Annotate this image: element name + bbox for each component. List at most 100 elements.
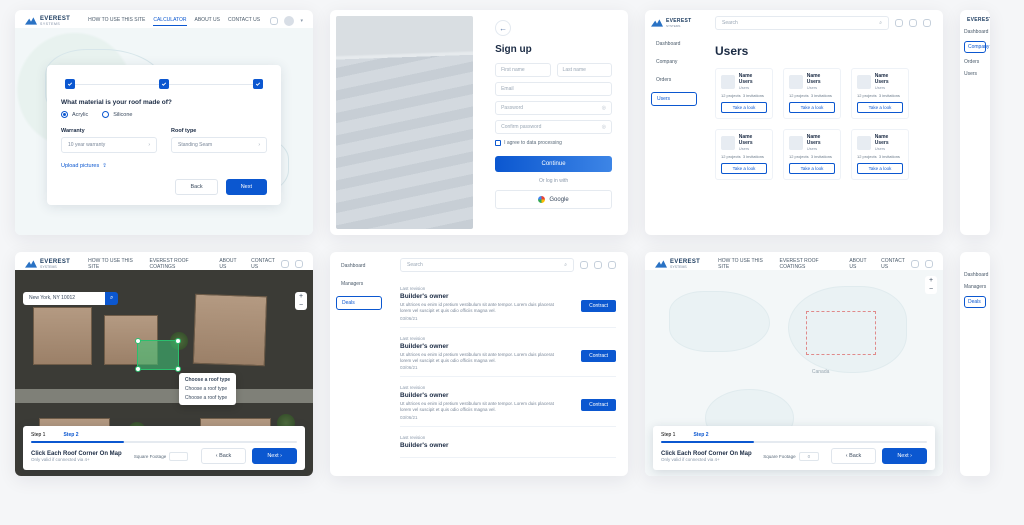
- first-name-input[interactable]: First name: [495, 63, 550, 77]
- last-name-input[interactable]: Last name: [557, 63, 612, 77]
- nav-calculator[interactable]: CALCULATOR: [153, 17, 186, 26]
- brand-logo[interactable]: EVEREST: [964, 16, 986, 23]
- bell-icon[interactable]: [270, 17, 278, 25]
- bell-icon[interactable]: [909, 19, 917, 27]
- search-input[interactable]: Search⌕: [715, 16, 889, 30]
- nav-contact[interactable]: CONTACT US: [881, 258, 911, 270]
- warranty-select[interactable]: 10 year warranty›: [61, 137, 157, 153]
- back-button[interactable]: ‹ Back: [831, 448, 877, 464]
- polygon-point[interactable]: [135, 366, 141, 372]
- nav-contact[interactable]: CONTACT US: [228, 17, 260, 26]
- next-button[interactable]: Next: [226, 179, 267, 195]
- nav-about[interactable]: ABOUT US: [219, 258, 243, 270]
- sqft-input[interactable]: 0: [799, 452, 820, 461]
- next-button[interactable]: Next ›: [882, 448, 927, 464]
- zoom-out-button[interactable]: −: [299, 301, 303, 310]
- nav-contact[interactable]: CONTACT US: [251, 258, 281, 270]
- gear-icon[interactable]: [580, 261, 588, 269]
- take-look-button[interactable]: Take a look: [789, 163, 835, 174]
- bell-icon[interactable]: [281, 260, 289, 268]
- chevron-down-icon[interactable]: ▾: [300, 18, 303, 24]
- mountain-icon: [655, 260, 667, 268]
- zoom-in-button[interactable]: +: [929, 276, 933, 285]
- radio-silicone[interactable]: Silicone: [102, 111, 132, 118]
- user-icon[interactable]: [923, 19, 931, 27]
- polygon-point[interactable]: [175, 366, 181, 372]
- sidebar-item-dashboard[interactable]: Dashboard: [964, 272, 986, 278]
- sidebar-item-dashboard[interactable]: Dashboard: [964, 29, 986, 35]
- contract-button[interactable]: Contract: [581, 350, 616, 362]
- take-look-button[interactable]: Take a look: [857, 163, 903, 174]
- gear-icon[interactable]: [895, 19, 903, 27]
- nav-how-to[interactable]: HOW TO USE THIS SITE: [88, 17, 145, 26]
- radio-acrylic[interactable]: Acrylic: [61, 111, 88, 118]
- brand-sub: SYSTEMS: [666, 24, 691, 28]
- sidebar-item-dashboard[interactable]: Dashboard: [336, 260, 382, 272]
- nav-about[interactable]: ABOUT US: [195, 17, 220, 26]
- brand-logo[interactable]: EVERESTSYSTEMS: [25, 259, 70, 269]
- take-look-button[interactable]: Take a look: [721, 163, 767, 174]
- sidebar-item-company[interactable]: Company: [964, 41, 986, 53]
- sidebar-item-deals[interactable]: Deals: [336, 296, 382, 310]
- nav-about[interactable]: ABOUT US: [849, 258, 873, 270]
- nav-coatings[interactable]: EVEREST ROOF COATINGS: [780, 258, 842, 270]
- brand-logo[interactable]: EVERESTSYSTEMS: [655, 259, 700, 269]
- sidebar-item-deals[interactable]: Deals: [964, 296, 986, 308]
- sidebar-item-orders[interactable]: Orders: [651, 74, 697, 86]
- sqft-input[interactable]: [169, 452, 188, 461]
- next-button[interactable]: Next ›: [252, 448, 297, 464]
- confirm-password-input[interactable]: Confirm password◎: [495, 120, 612, 134]
- take-look-button[interactable]: Take a look: [857, 102, 903, 113]
- search-input[interactable]: Search⌕: [400, 258, 574, 272]
- agree-checkbox[interactable]: I agree to data processing: [495, 140, 612, 146]
- back-arrow-button[interactable]: ←: [495, 20, 511, 36]
- take-look-button[interactable]: Take a look: [789, 102, 835, 113]
- take-look-button[interactable]: Take a look: [721, 102, 767, 113]
- mountain-icon: [25, 260, 37, 268]
- nav-how-to[interactable]: HOW TO USE THIS SITE: [88, 258, 141, 270]
- roof-polygon[interactable]: [137, 340, 179, 370]
- brand-logo[interactable]: EVEREST SYSTEMS: [651, 18, 697, 28]
- eye-icon[interactable]: ◎: [602, 124, 606, 130]
- sidebar-item-orders[interactable]: Orders: [964, 59, 986, 65]
- address-input[interactable]: New York, NY 10012: [23, 292, 105, 305]
- brand-logo[interactable]: EVEREST SYSTEMS: [25, 16, 70, 26]
- back-button[interactable]: ‹ Back: [201, 448, 247, 464]
- upload-icon: ⇪: [102, 163, 107, 169]
- nav-how-to[interactable]: HOW TO USE THIS SITE: [718, 258, 771, 270]
- zoom-in-button[interactable]: +: [299, 292, 303, 301]
- continue-button[interactable]: Continue: [495, 156, 612, 172]
- nav-coatings[interactable]: EVEREST ROOF COATINGS: [150, 258, 212, 270]
- upload-pictures-link[interactable]: Upload pictures⇪: [61, 163, 267, 169]
- popup-item[interactable]: Choose a roof type: [185, 395, 230, 401]
- contract-button[interactable]: Contract: [581, 300, 616, 312]
- email-input[interactable]: Email: [495, 82, 612, 96]
- bell-icon[interactable]: [911, 260, 919, 268]
- sqft-label: Square Footage: [763, 454, 795, 459]
- zoom-out-button[interactable]: −: [929, 285, 933, 294]
- popup-item[interactable]: Choose a roof type: [185, 386, 230, 392]
- sidebar-item-managers[interactable]: Managers: [964, 284, 986, 290]
- contract-button[interactable]: Contract: [581, 399, 616, 411]
- user-card: Name UsersUsers 12 projects 3 invitation…: [851, 129, 909, 180]
- roof-photo: [336, 16, 473, 229]
- password-input[interactable]: Password◎: [495, 101, 612, 115]
- user-icon[interactable]: [608, 261, 616, 269]
- sidebar-item-users[interactable]: Users: [964, 71, 986, 77]
- user-icon[interactable]: [295, 260, 303, 268]
- polygon-point[interactable]: [135, 338, 141, 344]
- avatar[interactable]: [284, 16, 294, 26]
- eye-icon[interactable]: ◎: [602, 105, 606, 111]
- google-login-button[interactable]: Google: [495, 190, 612, 209]
- rooftype-select[interactable]: Standing Seam›: [171, 137, 267, 153]
- sidebar-item-company[interactable]: Company: [651, 56, 697, 68]
- sidebar-item-users[interactable]: Users: [651, 92, 697, 106]
- address-search-button[interactable]: ⌕: [105, 292, 118, 305]
- bell-icon[interactable]: [594, 261, 602, 269]
- user-icon[interactable]: [925, 260, 933, 268]
- sidebar-item-managers[interactable]: Managers: [336, 278, 382, 290]
- sidebar-item-dashboard[interactable]: Dashboard: [651, 38, 697, 50]
- selection-rect[interactable]: [806, 311, 876, 355]
- back-button[interactable]: Back: [175, 179, 217, 195]
- step-subtitle: Only valid if connected via 4+: [31, 457, 122, 462]
